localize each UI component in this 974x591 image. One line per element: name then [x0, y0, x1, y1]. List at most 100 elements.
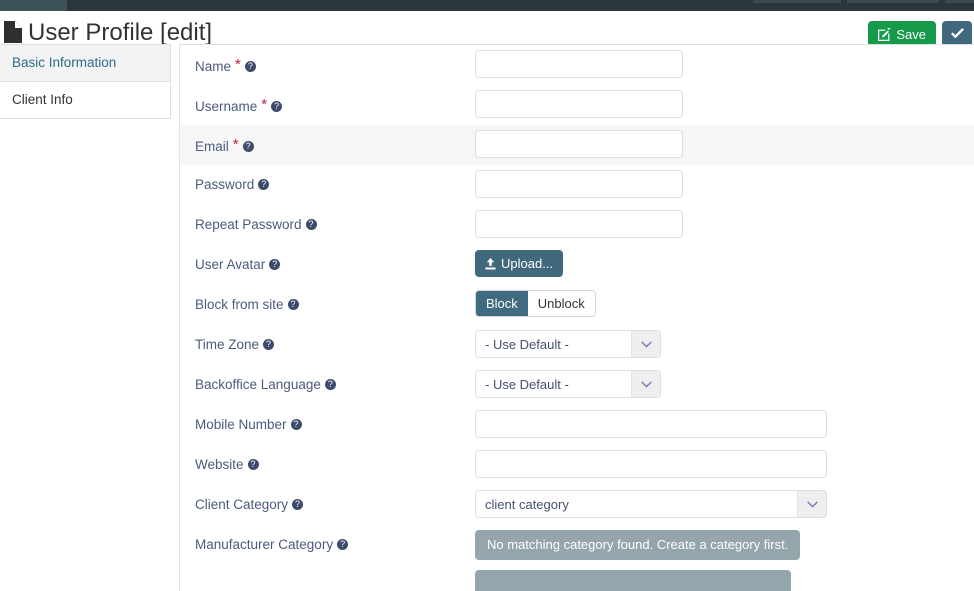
field-label-username: Username *?	[180, 85, 475, 115]
help-icon[interactable]: ?	[247, 459, 259, 470]
required-marker: *	[261, 96, 268, 113]
field-label-manufacturer-category: Manufacturer Category?	[180, 525, 475, 553]
field-control: Block Unblock	[475, 285, 596, 317]
chevron-down-icon[interactable]	[631, 371, 660, 397]
backoffice-language-select[interactable]: - Use Default -	[475, 370, 661, 398]
help-icon[interactable]: ?	[269, 259, 281, 270]
form-row-name: Name *?	[180, 45, 974, 85]
field-control	[475, 165, 683, 198]
name-input[interactable]	[475, 50, 683, 78]
page-body: Basic Information Client Info Name *? Use…	[0, 44, 974, 591]
label-text: Time Zone	[195, 337, 260, 352]
help-icon[interactable]: ?	[263, 339, 275, 350]
label-text: Repeat Password	[195, 217, 302, 232]
upload-button-label: Upload...	[501, 256, 554, 271]
form-row-mobile-number: Mobile Number?	[180, 405, 974, 445]
username-input[interactable]	[475, 90, 683, 118]
navbar-item-1[interactable]	[753, 0, 841, 3]
required-marker: *	[232, 136, 239, 153]
field-control: client category	[475, 485, 827, 518]
label-text: Password	[195, 177, 255, 192]
navbar-item-3[interactable]	[945, 0, 974, 3]
help-icon[interactable]: ?	[242, 141, 254, 152]
chevron-down-icon[interactable]	[631, 331, 660, 357]
help-icon[interactable]: ?	[305, 219, 317, 230]
field-label-next	[180, 565, 475, 576]
page-header: User Profile [edit] Save	[0, 11, 974, 47]
field-control: No matching category found. Create a cat…	[475, 525, 801, 560]
label-text: User Avatar	[195, 257, 266, 272]
help-icon[interactable]: ?	[258, 179, 270, 190]
field-label-repeat-password: Repeat Password?	[180, 205, 475, 233]
block-button[interactable]: Block	[476, 291, 528, 316]
email-input[interactable]	[475, 130, 683, 158]
label-text: Name	[195, 59, 232, 74]
sidebar-item-basic-information[interactable]: Basic Information	[0, 45, 170, 82]
sidebar-item-label: Basic Information	[12, 55, 117, 70]
form-row-client-category: Client Category? client category	[180, 485, 974, 525]
navbar-brand[interactable]	[0, 0, 67, 11]
help-icon[interactable]: ?	[271, 101, 283, 112]
label-text: Website	[195, 457, 244, 472]
field-control: Upload...	[475, 245, 564, 277]
field-control: - Use Default -	[475, 365, 661, 398]
form-row-user-avatar: User Avatar? Upload...	[180, 245, 974, 285]
unblock-button[interactable]: Unblock	[527, 291, 595, 316]
field-control	[475, 205, 683, 238]
time-zone-value: - Use Default -	[485, 336, 569, 352]
field-control: - Use Default -	[475, 325, 661, 358]
client-category-value: client category	[485, 496, 569, 512]
sidebar: Basic Information Client Info	[0, 44, 171, 119]
label-text: Mobile Number	[195, 417, 287, 432]
field-label-block-from-site: Block from site?	[180, 285, 475, 313]
field-label-email: Email *?	[180, 125, 475, 155]
field-label-client-category: Client Category?	[180, 485, 475, 513]
upload-icon	[485, 257, 496, 270]
repeat-password-input[interactable]	[475, 210, 683, 238]
field-control	[475, 125, 683, 158]
field-label-password: Password?	[180, 165, 475, 193]
form-row-username: Username *?	[180, 85, 974, 125]
time-zone-select[interactable]: - Use Default -	[475, 330, 661, 358]
field-label-user-avatar: User Avatar?	[180, 245, 475, 273]
label-text: Username	[195, 99, 258, 114]
help-icon[interactable]: ?	[290, 419, 302, 430]
help-icon[interactable]: ?	[324, 379, 336, 390]
label-text: Manufacturer Category	[195, 537, 334, 552]
form-row-email: Email *?	[180, 125, 974, 165]
form-row-backoffice-language: Backoffice Language? - Use Default -	[180, 365, 974, 405]
check-icon	[950, 28, 965, 40]
help-icon[interactable]: ?	[337, 539, 349, 550]
field-label-website: Website?	[180, 445, 475, 473]
top-navbar	[0, 0, 974, 11]
label-text: Backoffice Language	[195, 377, 321, 392]
required-marker: *	[235, 56, 241, 73]
help-icon[interactable]: ?	[244, 61, 256, 72]
form-row-repeat-password: Repeat Password?	[180, 205, 974, 245]
field-label-backoffice-language: Backoffice Language?	[180, 365, 475, 393]
navbar-item-2[interactable]	[847, 0, 939, 3]
field-control	[475, 405, 827, 438]
label-text: Email	[195, 139, 229, 154]
form-row-password: Password?	[180, 165, 974, 205]
help-icon[interactable]: ?	[292, 499, 304, 510]
upload-button[interactable]: Upload...	[475, 250, 564, 277]
password-input[interactable]	[475, 170, 683, 198]
label-text: Client Category	[195, 497, 289, 512]
field-label-mobile-number: Mobile Number?	[180, 405, 475, 433]
sidebar-item-label: Client Info	[12, 92, 73, 107]
mobile-number-input[interactable]	[475, 410, 827, 438]
website-input[interactable]	[475, 450, 827, 478]
field-label-name: Name *?	[180, 45, 475, 75]
help-icon[interactable]: ?	[287, 299, 299, 310]
save-button-label: Save	[896, 26, 926, 42]
chevron-down-icon[interactable]	[797, 491, 826, 517]
field-control	[475, 45, 683, 78]
form-row-manufacturer-category: Manufacturer Category? No matching categ…	[180, 525, 974, 565]
edit-square-icon	[878, 27, 891, 41]
client-category-select[interactable]: client category	[475, 490, 827, 518]
secondary-notice	[475, 570, 791, 591]
no-matching-category-notice: No matching category found. Create a cat…	[475, 530, 801, 560]
sidebar-item-client-info[interactable]: Client Info	[0, 82, 170, 119]
field-control	[475, 85, 683, 118]
